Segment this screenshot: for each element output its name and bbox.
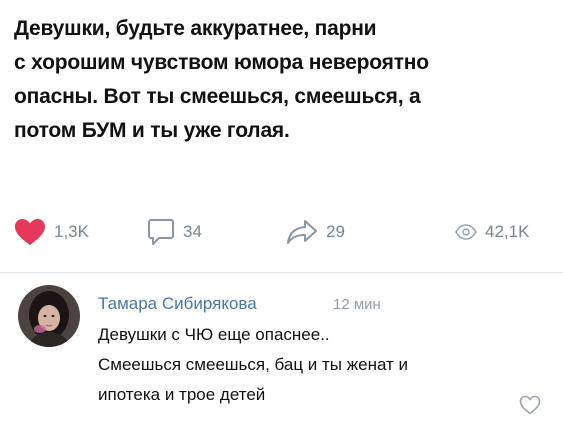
comment-text: Девушки с ЧЮ еще опаснее.. Смеешься смее… bbox=[98, 325, 409, 404]
comment-like-button[interactable] bbox=[519, 395, 541, 420]
comment-author[interactable]: Тамара Сибирякова bbox=[98, 294, 257, 314]
eye-icon bbox=[455, 224, 477, 240]
comment-time: 12 мин bbox=[333, 296, 381, 313]
avatar-photo bbox=[18, 285, 80, 347]
heart-icon bbox=[15, 219, 45, 245]
divider bbox=[0, 272, 563, 273]
like-count: 1,3K bbox=[54, 222, 89, 241]
share-button[interactable]: 29 bbox=[286, 217, 345, 247]
share-count: 29 bbox=[326, 222, 345, 241]
share-arrow-icon bbox=[287, 220, 317, 244]
views-count: 42,1K bbox=[485, 222, 530, 241]
post-actions-bar: 1,3K 34 29 42,1K bbox=[14, 217, 550, 247]
post-text: Девушки, будьте аккуратнее, парни с хоро… bbox=[14, 17, 429, 142]
views-counter: 42,1K bbox=[455, 217, 529, 247]
comment-button[interactable]: 34 bbox=[147, 217, 202, 247]
avatar[interactable] bbox=[18, 285, 80, 347]
heart-outline-icon bbox=[519, 395, 541, 415]
comment-count: 34 bbox=[183, 222, 202, 241]
comment-icon bbox=[148, 219, 174, 245]
like-button[interactable]: 1,3K bbox=[14, 217, 89, 247]
